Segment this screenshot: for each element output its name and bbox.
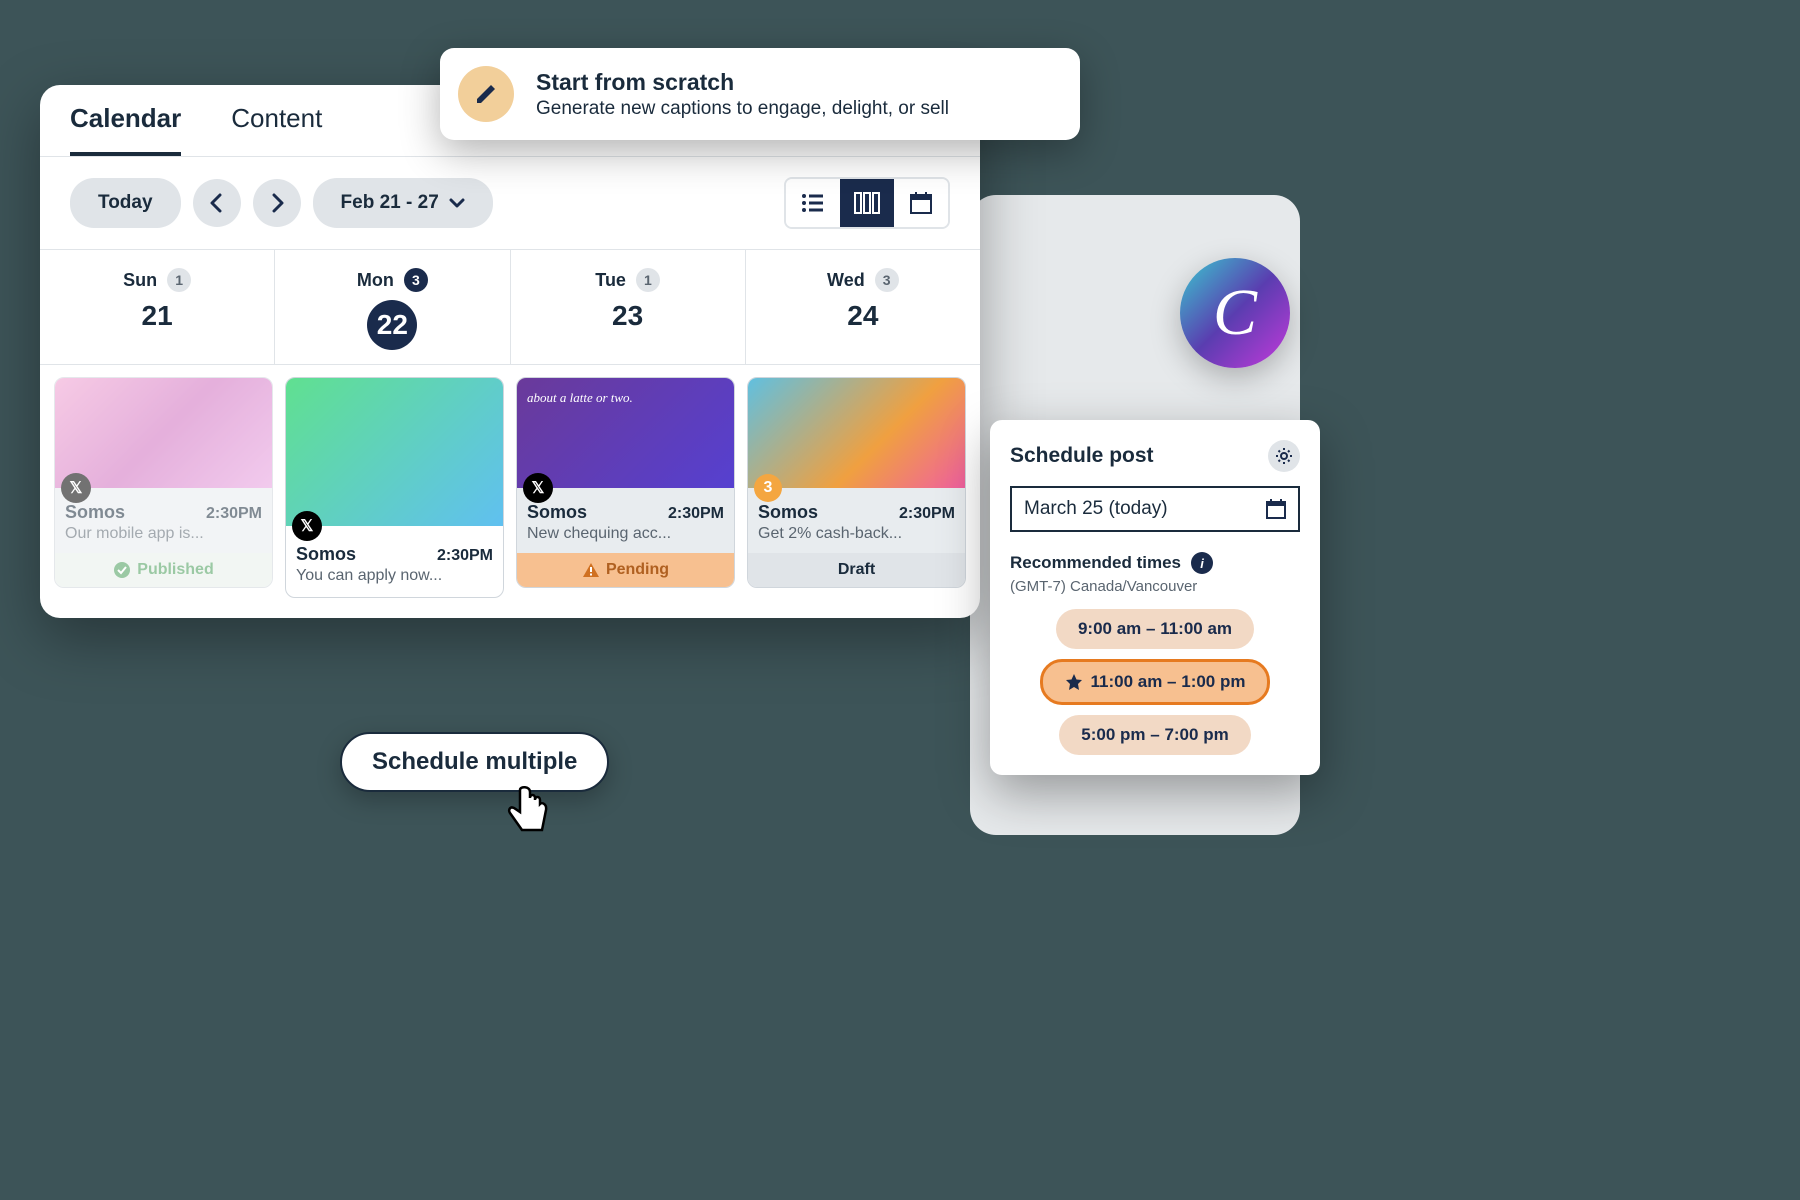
time-slot[interactable]: 9:00 am – 11:00 am <box>1056 609 1254 649</box>
x-platform-icon: 𝕏 <box>292 511 322 541</box>
post-count-badge: 3 <box>754 474 782 502</box>
pencil-icon <box>458 66 514 122</box>
day-number: 24 <box>847 300 878 332</box>
day-number: 22 <box>367 300 417 350</box>
post-excerpt: You can apply now... <box>296 567 493 585</box>
day-header-wed[interactable]: Wed 3 24 <box>746 250 980 364</box>
post-time: 2:30PM <box>437 547 493 565</box>
post-card[interactable]: 3 Somos 2:30PM Get 2% cash-back... Draft <box>747 377 966 588</box>
day-number: 23 <box>612 300 643 332</box>
post-account: Somos <box>65 502 125 523</box>
calendar-icon <box>1266 499 1286 519</box>
day-header-tue[interactable]: Tue 1 23 <box>511 250 746 364</box>
timezone-label: (GMT-7) Canada/Vancouver <box>1010 578 1300 595</box>
day-count-badge: 1 <box>167 268 191 292</box>
post-card[interactable]: about a latte or two. 𝕏 Somos 2:30PM New … <box>516 377 735 588</box>
date-range-button[interactable]: Feb 21 - 27 <box>313 178 493 228</box>
view-week-button[interactable] <box>840 179 894 227</box>
prev-button[interactable] <box>193 179 241 227</box>
date-range-label: Feb 21 - 27 <box>341 192 439 214</box>
post-excerpt: New chequing acc... <box>527 525 724 543</box>
post-thumbnail: about a latte or two. 𝕏 <box>517 378 734 488</box>
post-time: 2:30PM <box>206 505 262 523</box>
columns-icon <box>854 192 880 214</box>
schedule-post-panel: Schedule post March 25 (today) Recommend… <box>990 420 1320 775</box>
view-month-button[interactable] <box>894 179 948 227</box>
warning-triangle-icon <box>582 562 600 578</box>
post-status-pending: Pending <box>517 553 734 587</box>
day-count-badge: 3 <box>875 268 899 292</box>
recommended-label: Recommended times <box>1010 553 1181 573</box>
pointer-hand-icon <box>500 780 560 840</box>
post-excerpt: Get 2% cash-back... <box>758 525 955 543</box>
calendar-icon <box>910 192 932 214</box>
settings-button[interactable] <box>1268 440 1300 472</box>
day-name: Tue <box>595 270 626 291</box>
toolbar: Today Feb 21 - 27 <box>40 157 980 249</box>
post-card[interactable]: 𝕏 Somos 2:30PM You can apply now... <box>285 377 504 598</box>
info-icon[interactable]: i <box>1191 552 1213 574</box>
x-platform-icon: 𝕏 <box>523 473 553 503</box>
day-header-mon[interactable]: Mon 3 22 <box>275 250 510 364</box>
chevron-left-icon <box>209 193 225 213</box>
day-count-badge: 1 <box>636 268 660 292</box>
today-button[interactable]: Today <box>70 178 181 228</box>
view-switcher <box>784 177 950 229</box>
tooltip-title: Start from scratch <box>536 69 949 96</box>
post-thumbnail: 𝕏 <box>55 378 272 488</box>
tooltip-subtitle: Generate new captions to engage, delight… <box>536 98 949 120</box>
check-circle-icon <box>113 561 131 579</box>
tab-calendar[interactable]: Calendar <box>70 103 181 156</box>
chevron-right-icon <box>269 193 285 213</box>
day-number: 21 <box>142 300 173 332</box>
time-slot[interactable]: 5:00 pm – 7:00 pm <box>1059 715 1250 755</box>
post-account: Somos <box>758 502 818 523</box>
chevron-down-icon <box>449 197 465 209</box>
post-status-draft: Draft <box>748 553 965 587</box>
schedule-multiple-button[interactable]: Schedule multiple <box>340 732 609 792</box>
day-name: Mon <box>357 270 394 291</box>
day-headers: Sun 1 21 Mon 3 22 Tue 1 23 Wed 3 24 <box>40 249 980 365</box>
nav-group <box>193 179 301 227</box>
canva-logo: C <box>1180 258 1290 368</box>
tab-content[interactable]: Content <box>231 103 322 156</box>
x-platform-icon: 𝕏 <box>61 473 91 503</box>
list-icon <box>801 193 825 213</box>
gear-icon <box>1275 447 1293 465</box>
date-value: March 25 (today) <box>1024 498 1168 520</box>
post-card[interactable]: 𝕏 Somos 2:30PM Our mobile app is... Publi… <box>54 377 273 588</box>
star-icon <box>1065 673 1083 691</box>
time-slot-featured[interactable]: 11:00 am – 1:00 pm <box>1040 659 1271 705</box>
next-button[interactable] <box>253 179 301 227</box>
post-time: 2:30PM <box>899 505 955 523</box>
post-time: 2:30PM <box>668 505 724 523</box>
day-header-sun[interactable]: Sun 1 21 <box>40 250 275 364</box>
day-name: Wed <box>827 270 865 291</box>
panel-title: Schedule post <box>1010 444 1154 468</box>
start-from-scratch-tooltip[interactable]: Start from scratch Generate new captions… <box>440 48 1080 140</box>
date-input[interactable]: March 25 (today) <box>1010 486 1300 532</box>
day-count-badge: 3 <box>404 268 428 292</box>
calendar-window: Calendar Content Today Feb 21 - 27 <box>40 85 980 618</box>
post-account: Somos <box>296 544 356 565</box>
post-thumbnail: 𝕏 <box>286 378 503 526</box>
post-thumbnail: 3 <box>748 378 965 488</box>
post-account: Somos <box>527 502 587 523</box>
time-slots: 9:00 am – 11:00 am 11:00 am – 1:00 pm 5:… <box>1010 609 1300 755</box>
view-list-button[interactable] <box>786 179 840 227</box>
thumbnail-text: about a latte or two. <box>527 390 633 406</box>
post-status-published: Published <box>55 553 272 587</box>
day-name: Sun <box>123 270 157 291</box>
posts-row: 𝕏 Somos 2:30PM Our mobile app is... Publi… <box>40 365 980 618</box>
post-excerpt: Our mobile app is... <box>65 525 262 543</box>
